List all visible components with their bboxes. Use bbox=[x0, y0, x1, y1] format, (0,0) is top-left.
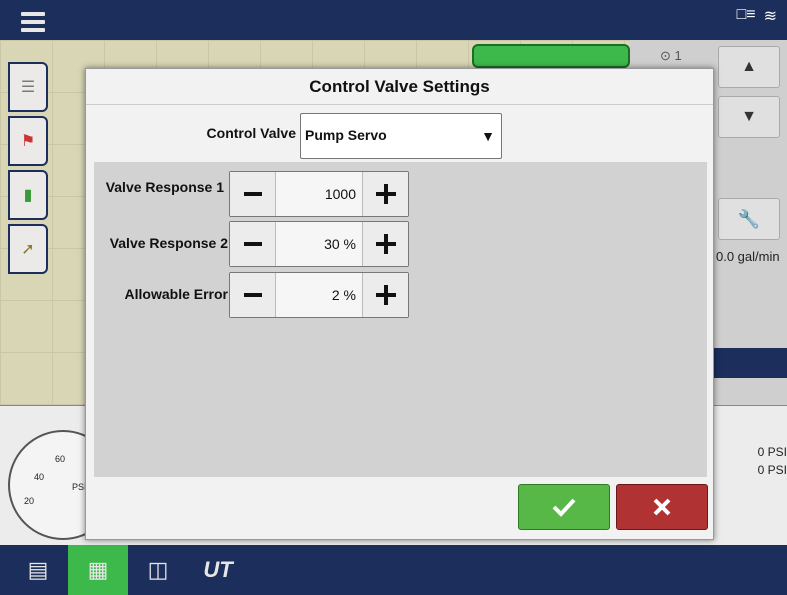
dropdown-caret-icon: ▼ bbox=[481, 128, 495, 144]
down-arrow-icon: ▼ bbox=[741, 108, 757, 125]
plus-icon bbox=[375, 234, 396, 254]
rate-readout: 0.0 gal/min bbox=[716, 249, 780, 264]
valve-response-1-increment-button[interactable] bbox=[362, 172, 408, 216]
plus-icon bbox=[375, 184, 396, 204]
document-icon: ▤ bbox=[27, 557, 49, 582]
guidance-tab[interactable]: ➚ bbox=[8, 224, 48, 274]
allowable-error-label: Allowable Error bbox=[124, 286, 228, 302]
flag-tab[interactable]: ⚑ bbox=[8, 116, 48, 166]
plus-icon bbox=[375, 285, 396, 305]
minus-icon bbox=[243, 293, 262, 297]
control-valve-dropdown[interactable]: Pump Servo ▼ bbox=[300, 113, 502, 159]
minus-icon bbox=[243, 242, 262, 246]
active-section-bar[interactable] bbox=[472, 44, 630, 68]
close-icon bbox=[653, 498, 671, 516]
title-divider bbox=[86, 104, 713, 105]
top-bar: □≡ ≋ bbox=[0, 0, 787, 40]
gauge-tick-40: 40 bbox=[34, 472, 45, 482]
control-valve-settings-dialog: Control Valve Settings Control Valve Pum… bbox=[85, 68, 714, 540]
psi-readouts: 0 PSI 0 PSI bbox=[758, 443, 787, 479]
valve-response-2-value[interactable]: 30 % bbox=[278, 236, 356, 252]
control-valve-label: Control Valve bbox=[206, 125, 296, 141]
allowable-error-increment-button[interactable] bbox=[362, 273, 408, 317]
left-toolbar: ☰ ⚑ ▮ ➚ bbox=[8, 62, 48, 278]
status-icons: □≡ ≋ bbox=[737, 6, 777, 26]
map-nav-button[interactable]: ▦ bbox=[68, 545, 128, 595]
psi-readout-1: 0 PSI bbox=[757, 445, 787, 459]
menu-icon bbox=[21, 12, 45, 16]
valve-response-1-value[interactable]: 1000 bbox=[278, 186, 356, 202]
map-icon: ▦ bbox=[87, 557, 109, 582]
dialog-title: Control Valve Settings bbox=[309, 77, 490, 96]
bottom-nav: ▤ ▦ ◫ UT bbox=[0, 545, 787, 595]
up-arrow-button[interactable]: ▲ bbox=[718, 46, 780, 88]
valve-response-1-decrement-button[interactable] bbox=[230, 172, 276, 216]
wrench-icon: 🔧 bbox=[737, 208, 761, 229]
document-nav-button[interactable]: ▤ bbox=[8, 545, 68, 595]
ut-nav-button[interactable]: UT bbox=[188, 545, 248, 595]
valve-response-2-label: Valve Response 2 bbox=[109, 235, 228, 251]
gps-satellite-icon[interactable]: ≋ bbox=[764, 6, 777, 26]
settings-panel: Valve Response 1 1000 Valve Response 2 3… bbox=[94, 162, 707, 477]
valve-response-1-label: Valve Response 1 bbox=[105, 179, 224, 195]
list-icon: ☰ bbox=[20, 79, 36, 96]
split-view-icon: ◫ bbox=[147, 557, 169, 582]
gauge-tick-20: 20 bbox=[24, 496, 35, 506]
minus-icon bbox=[243, 192, 262, 196]
valve-response-2-stepper: 30 % bbox=[229, 221, 409, 267]
up-arrow-icon: ▲ bbox=[741, 58, 757, 75]
valve-response-1-stepper: 1000 bbox=[229, 171, 409, 217]
wrench-button[interactable]: 🔧 bbox=[718, 198, 780, 240]
gauge-tick-60: 60 bbox=[55, 454, 66, 464]
down-arrow-button[interactable]: ▼ bbox=[718, 96, 780, 138]
ok-button[interactable] bbox=[518, 484, 610, 530]
allowable-error-decrement-button[interactable] bbox=[230, 273, 276, 317]
control-valve-value: Pump Servo bbox=[305, 127, 387, 143]
cancel-button[interactable] bbox=[616, 484, 708, 530]
valve-response-2-increment-button[interactable] bbox=[362, 222, 408, 266]
menu-icon-line bbox=[21, 28, 45, 32]
bar-chart-icon: ▮ bbox=[23, 187, 33, 204]
split-view-nav-button[interactable]: ◫ bbox=[128, 545, 188, 595]
psi-readout-2: 0 PSI bbox=[757, 463, 787, 477]
menu-icon-line bbox=[21, 20, 45, 24]
flag-icon: ⚑ bbox=[20, 133, 36, 150]
menu-button[interactable] bbox=[7, 8, 59, 38]
section-counter-value: 1 bbox=[674, 48, 682, 63]
layers-tab[interactable]: ☰ bbox=[8, 62, 48, 112]
allowable-error-stepper: 2 % bbox=[229, 272, 409, 318]
allowable-error-value[interactable]: 2 % bbox=[278, 287, 356, 303]
right-dark-bar bbox=[712, 348, 787, 378]
section-counter: ⊙ 1 bbox=[660, 48, 682, 63]
valve-response-2-decrement-button[interactable] bbox=[230, 222, 276, 266]
guidance-icon: ➚ bbox=[21, 241, 35, 258]
check-icon bbox=[552, 498, 576, 517]
chart-tab[interactable]: ▮ bbox=[8, 170, 48, 220]
display-icon[interactable]: □≡ bbox=[737, 6, 756, 26]
ut-label: UT bbox=[203, 557, 233, 582]
